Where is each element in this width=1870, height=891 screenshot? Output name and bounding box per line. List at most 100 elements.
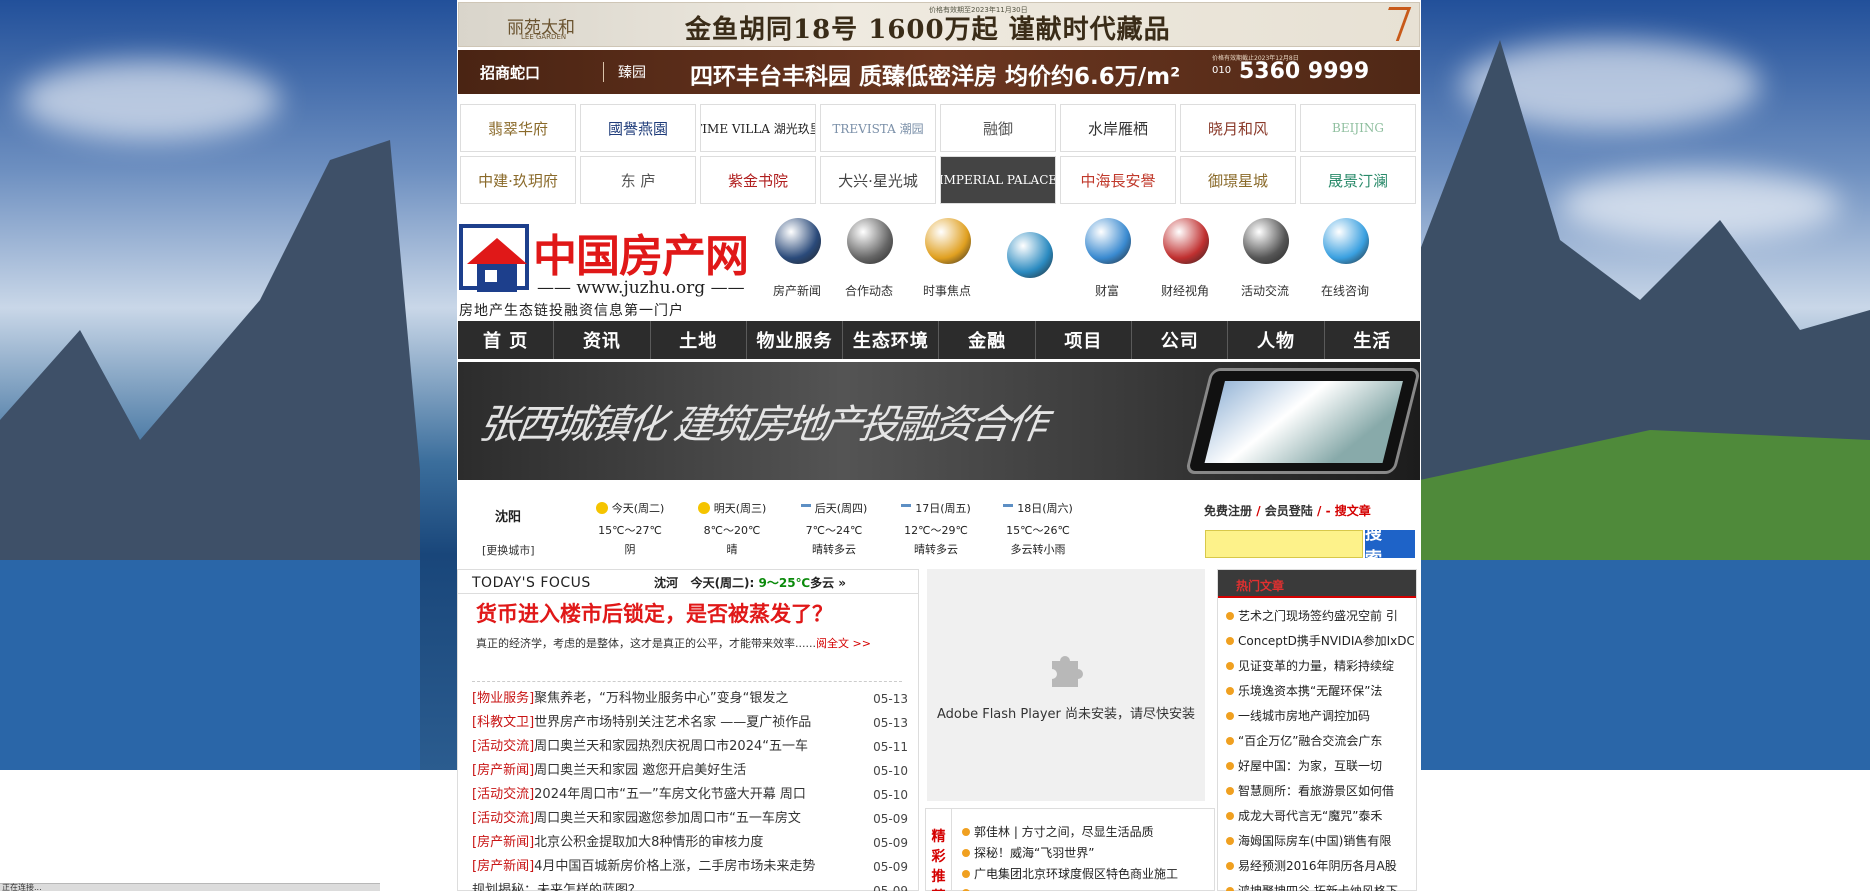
news-category[interactable]: [活动交流] bbox=[472, 739, 534, 754]
weather-cond: 晴转多云 bbox=[914, 543, 958, 556]
hot-article-item[interactable]: 一线城市房地产调控加码 bbox=[1226, 704, 1414, 729]
project-logo[interactable]: TIME VILLA 湖光玖里 bbox=[700, 104, 816, 152]
project-logo[interactable]: 中建·玖玥府 bbox=[460, 156, 576, 204]
recommended-item[interactable]: 广电集团北京环球度假区特色商业施工 bbox=[962, 865, 1212, 886]
recommended-item[interactable]: 探秘！威海“飞羽世界” bbox=[962, 844, 1212, 865]
news-item[interactable]: [活动交流]周口奥兰天和家园邀您参加周口市“五一车房文 05-09 bbox=[472, 807, 908, 831]
nav-item[interactable]: 金融 bbox=[939, 321, 1036, 359]
recommended-item[interactable]: … bbox=[962, 886, 1212, 891]
register-link[interactable]: 免费注册 bbox=[1204, 504, 1252, 518]
nav-item[interactable]: 人物 bbox=[1228, 321, 1325, 359]
focus-headline[interactable]: 货币进入楼市后锁定，是否被蒸发了？ bbox=[476, 598, 833, 628]
bullet-icon bbox=[1226, 637, 1234, 645]
nav-item[interactable]: 生态环境 bbox=[843, 321, 940, 359]
ad-banner-lee-garden[interactable]: 丽苑太和 LEE GARDEN 价格有效期至2023年11月30日 金鱼胡同18… bbox=[458, 2, 1420, 47]
news-title[interactable]: 周口奥兰天和家园热烈庆祝周口市2024“五一车 bbox=[534, 735, 828, 759]
news-title[interactable]: 北京公积金提取加大8种情形的审核力度 bbox=[534, 831, 828, 855]
project-logo[interactable]: IMPERIAL PALACE bbox=[940, 156, 1056, 204]
news-category[interactable]: [房产新闻] bbox=[472, 859, 534, 874]
hot-article-item[interactable]: 海姆国际房车(中国)销售有限 bbox=[1226, 829, 1414, 854]
nav-item[interactable]: 项目 bbox=[1036, 321, 1133, 359]
project-logo[interactable]: 國譽燕園 bbox=[580, 104, 696, 152]
news-item[interactable]: [科教文卫]世界房产市场特别关注艺术名家 ——夏广祯作品 05-13 bbox=[472, 711, 908, 735]
recommended-title: 郭佳林 | 方寸之间，尽显生活品质 bbox=[974, 825, 1154, 839]
news-item[interactable]: 规划揭秘：未来怎样的蓝图？ 05-09 bbox=[472, 879, 908, 891]
project-logo[interactable]: 晓月和风 bbox=[1180, 104, 1296, 152]
icon-link[interactable]: 房产新闻 bbox=[757, 216, 837, 312]
hot-article-item[interactable]: 鸿坤聚坤四谷 拓新卡纳风格下 bbox=[1226, 879, 1414, 891]
project-logo[interactable]: BEIJING bbox=[1300, 104, 1416, 152]
nav-item[interactable]: 资讯 bbox=[554, 321, 651, 359]
hot-article-item[interactable]: 好屋中国：为家，互联一切 bbox=[1226, 754, 1414, 779]
project-logo[interactable]: TREVISTA 潮园 bbox=[820, 104, 936, 152]
project-logo[interactable]: 中海長安譽 bbox=[1060, 156, 1176, 204]
ad-banner-china-merchants[interactable]: 招商蛇口 臻园 四环丰台丰科园 质臻低密洋房 均价约6.6万/m² 价格有效期截… bbox=[458, 50, 1420, 94]
focus-weather-cond[interactable]: 多云 » bbox=[810, 576, 846, 590]
icon-link[interactable]: 时事焦点 bbox=[907, 216, 987, 312]
icon-link[interactable]: 财富 bbox=[1067, 216, 1147, 312]
login-link[interactable]: 会员登陆 bbox=[1265, 504, 1313, 518]
news-item[interactable]: [房产新闻]4月中国百城新房价格上涨，二手房市场未来走势 05-09 bbox=[472, 855, 908, 879]
icon-link[interactable]: 活动交流 bbox=[1225, 216, 1305, 312]
hot-article-item[interactable]: 智慧厕所：看旅游景区如何借 bbox=[1226, 779, 1414, 804]
nav-item[interactable]: 物业服务 bbox=[747, 321, 844, 359]
read-more-link[interactable]: 阅全文 >> bbox=[816, 637, 871, 650]
rain-icon bbox=[901, 504, 912, 514]
project-logo[interactable]: 晟景汀澜 bbox=[1300, 156, 1416, 204]
hot-article-item[interactable]: ConceptD携手NVIDIA参加IxDC bbox=[1226, 629, 1414, 654]
nav-item[interactable]: 公司 bbox=[1132, 321, 1229, 359]
hot-article-item[interactable]: 易经预测2016年阴历各月A股 bbox=[1226, 854, 1414, 879]
news-category[interactable]: [活动交流] bbox=[472, 811, 534, 826]
news-category[interactable]: [房产新闻] bbox=[472, 835, 534, 850]
hot-article-item[interactable]: 成龙大哥代言无“魔咒”泰禾 bbox=[1226, 804, 1414, 829]
news-item[interactable]: [活动交流]2024年周口市“五一”车房文化节盛大开幕 周口 05-10 bbox=[472, 783, 908, 807]
news-item[interactable]: [物业服务]聚焦养老，“万科物业服务中心”变身“银发之 05-13 bbox=[472, 687, 908, 711]
news-title[interactable]: 世界房产市场特别关注艺术名家 ——夏广祯作品 bbox=[534, 711, 828, 735]
nav-item[interactable]: 首 页 bbox=[458, 321, 555, 359]
news-title[interactable]: 2024年周口市“五一”车房文化节盛大开幕 周口 bbox=[534, 783, 828, 807]
site-logo[interactable]: 中国房产网 —— www.juzhu.org —— 房地产生态链投融资信息第一门… bbox=[459, 220, 749, 319]
news-category[interactable]: [房产新闻] bbox=[472, 763, 534, 778]
search-articles-link[interactable]: - 搜文章 bbox=[1326, 504, 1371, 518]
icon-link[interactable]: 财经视角 bbox=[1145, 216, 1225, 312]
recommended-item[interactable]: 郭佳林 | 方寸之间，尽显生活品质 bbox=[962, 823, 1212, 844]
search-button[interactable]: 搜 索 bbox=[1365, 524, 1415, 569]
news-item[interactable]: [活动交流]周口奥兰天和家园热烈庆祝周口市2024“五一车 05-11 bbox=[472, 735, 908, 759]
account-sep: / bbox=[1256, 504, 1261, 518]
news-category[interactable]: [活动交流] bbox=[472, 787, 534, 802]
news-item[interactable]: [房产新闻]周口奥兰天和家园 邀您开启美好生活 05-10 bbox=[472, 759, 908, 783]
news-item[interactable]: [房产新闻]北京公积金提取加大8种情形的审核力度 05-09 bbox=[472, 831, 908, 855]
flash-placeholder[interactable]: Adobe Flash Player 尚未安装，请尽快安装 bbox=[927, 569, 1205, 801]
project-logo[interactable]: 水岸雁栖 bbox=[1060, 104, 1176, 152]
hot-article-item[interactable]: 见证变革的力量，精彩持续绽 bbox=[1226, 654, 1414, 679]
news-title[interactable]: 聚焦养老，“万科物业服务中心”变身“银发之 bbox=[534, 687, 828, 711]
news-title[interactable]: 周口奥兰天和家园邀您参加周口市“五一车房文 bbox=[534, 807, 828, 831]
nav-item[interactable]: 土地 bbox=[651, 321, 747, 359]
search-input[interactable] bbox=[1205, 530, 1363, 558]
nav-item[interactable]: 生活 bbox=[1325, 321, 1420, 359]
hot-article-item[interactable]: 乐境逸资本携“无醒环保”法 bbox=[1226, 679, 1414, 704]
news-category[interactable]: [科教文卫] bbox=[472, 715, 534, 730]
project-logo[interactable]: 东 庐 bbox=[580, 156, 696, 204]
news-title[interactable]: 周口奥兰天和家园 邀您开启美好生活 bbox=[534, 759, 828, 783]
change-city-link[interactable]: [更换城市] bbox=[482, 542, 535, 558]
project-logo[interactable]: 紫金书院 bbox=[700, 156, 816, 204]
icon-link[interactable]: 在线咨询 bbox=[1305, 216, 1385, 312]
weather-day: 今天(周二) 15℃～27℃ 阴 bbox=[575, 500, 685, 557]
icon-link[interactable]: 合作动态 bbox=[829, 216, 909, 312]
news-title[interactable]: 4月中国百城新房价格上涨，二手房市场未来走势 bbox=[534, 855, 828, 879]
icon-link[interactable] bbox=[989, 216, 1069, 312]
hot-article-item[interactable]: 艺术之门现场签约盛况空前 引 bbox=[1226, 604, 1414, 629]
project-logo[interactable]: 融御 bbox=[940, 104, 1056, 152]
promo-banner[interactable]: 张西城镇化 建筑房地产投融资合作 bbox=[458, 362, 1422, 480]
project-logo[interactable]: 御璟星城 bbox=[1180, 156, 1296, 204]
project-logo[interactable]: 大兴·星光城 bbox=[820, 156, 936, 204]
news-title[interactable]: 规划揭秘：未来怎样的蓝图？ bbox=[472, 879, 766, 891]
weather-day: 明天(周三) 8℃～20℃ 晴 bbox=[677, 500, 787, 557]
recommended-tab[interactable]: 精彩推荐 bbox=[926, 809, 952, 891]
banner-logo: 招商蛇口 bbox=[480, 64, 541, 82]
project-logo[interactable]: 翡翠华府 bbox=[460, 104, 576, 152]
bullet-icon bbox=[1226, 787, 1234, 795]
news-category[interactable]: [物业服务] bbox=[472, 691, 534, 706]
hot-article-item[interactable]: “百企万亿”融合交流会广东 bbox=[1226, 729, 1414, 754]
